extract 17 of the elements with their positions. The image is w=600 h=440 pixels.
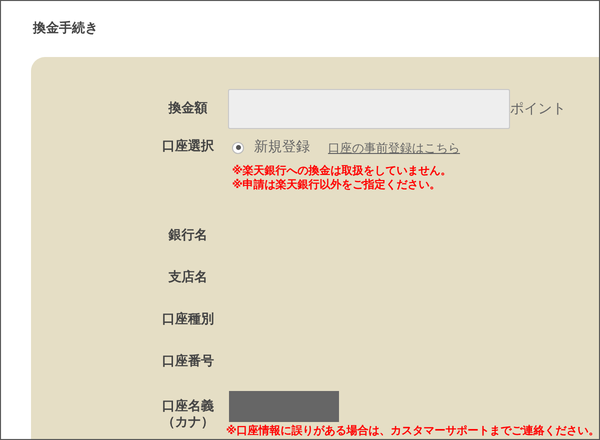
field-label: （カナ）	[162, 415, 214, 431]
amount-input[interactable]	[228, 89, 510, 129]
field-label: 換金額	[168, 101, 208, 117]
warning-note: ※楽天銀行への換金は取扱をしていません。	[232, 164, 453, 178]
field-label: 口座選択	[162, 139, 214, 155]
field-label: 銀行名	[168, 228, 208, 244]
register-link[interactable]: 口座の事前登録はこちら	[328, 138, 460, 156]
unit-label: ポイント	[510, 100, 566, 118]
page-title: 換金手続き	[33, 20, 99, 38]
radio-button[interactable]	[232, 142, 244, 154]
field-label: 支店名	[168, 270, 208, 286]
warning-note: ※申請は楽天銀行以外をご指定ください。	[232, 178, 442, 192]
field-label: 口座名義	[162, 399, 214, 415]
field-label: 口座番号	[162, 354, 214, 370]
field-label: 口座種別	[162, 312, 214, 328]
radio-label: 新規登録	[254, 138, 310, 157]
warning-note: ※口座情報に誤りがある場合は、カスタマーサポートまでご連絡ください。	[226, 424, 599, 438]
